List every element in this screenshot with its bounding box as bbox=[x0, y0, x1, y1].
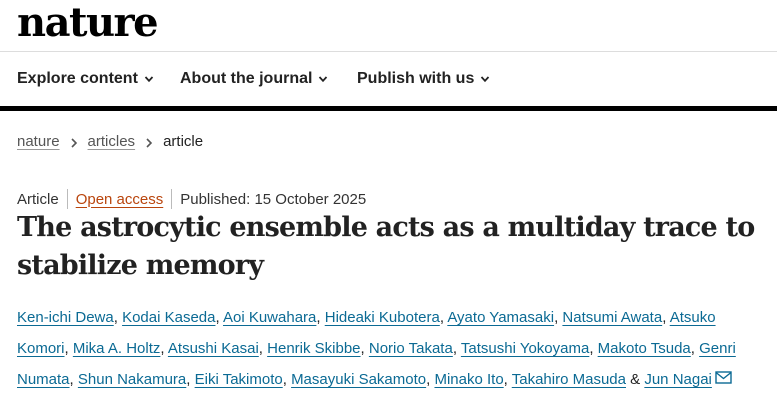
breadcrumb-nature[interactable]: nature bbox=[17, 133, 60, 150]
author-separator: , bbox=[258, 340, 263, 357]
author-list: Ken-ichi Dewa, Kodai Kaseda, Aoi Kuwahar… bbox=[17, 302, 769, 395]
author-separator: , bbox=[64, 340, 69, 357]
nav-label: Explore content bbox=[17, 70, 138, 87]
meta-divider bbox=[171, 189, 173, 209]
article-title: The astrocytic ensemble acts as a multid… bbox=[17, 212, 755, 281]
author-separator: , bbox=[360, 340, 365, 357]
author-link[interactable]: Aoi Kuwahara bbox=[223, 309, 316, 326]
author-link[interactable]: Tatsushi Yokoyama bbox=[461, 340, 589, 357]
chevron-right-icon bbox=[145, 136, 153, 148]
chevron-down-icon bbox=[144, 74, 154, 84]
breadcrumb-current: article bbox=[163, 133, 204, 150]
nav-publish-with-us[interactable]: Publish with us bbox=[357, 70, 490, 88]
author-link[interactable]: Jun Nagai bbox=[644, 371, 712, 388]
author-link[interactable]: Makoto Tsuda bbox=[598, 340, 691, 357]
author-separator: , bbox=[439, 309, 444, 326]
open-access-link[interactable]: Open access bbox=[76, 191, 164, 208]
author-separator: , bbox=[662, 309, 667, 326]
nav-label: About the journal bbox=[180, 70, 313, 87]
envelope-icon[interactable] bbox=[715, 364, 732, 384]
chevron-down-icon bbox=[480, 74, 490, 84]
author-link[interactable]: Masayuki Sakamoto bbox=[291, 371, 426, 388]
author-separator: , bbox=[589, 340, 594, 357]
nav-rule bbox=[0, 106, 777, 111]
author-link[interactable]: Norio Takata bbox=[369, 340, 453, 357]
author-link[interactable]: Kodai Kaseda bbox=[122, 309, 215, 326]
chevron-right-icon bbox=[70, 136, 78, 148]
author-link[interactable]: Natsumi Awata bbox=[562, 309, 662, 326]
author-conjunction: & bbox=[630, 371, 641, 388]
author-separator: , bbox=[282, 371, 287, 388]
breadcrumb: nature articles article bbox=[17, 133, 203, 150]
published-date: Published: 15 October 2025 bbox=[180, 190, 367, 208]
author-link[interactable]: Shun Nakamura bbox=[78, 371, 186, 388]
header: nature bbox=[0, 0, 777, 52]
author-link[interactable]: Henrik Skibbe bbox=[267, 340, 360, 357]
breadcrumb-articles[interactable]: articles bbox=[88, 133, 136, 150]
chevron-down-icon bbox=[318, 74, 328, 84]
author-link[interactable]: Ken-ichi Dewa bbox=[17, 309, 114, 326]
main-nav: Explore content About the journal Publis… bbox=[0, 52, 777, 106]
nature-logo[interactable]: nature bbox=[17, 1, 159, 45]
author-separator: , bbox=[503, 371, 508, 388]
author-separator: , bbox=[113, 309, 118, 326]
author-separator: , bbox=[186, 371, 191, 388]
author-link[interactable]: Ayato Yamasaki bbox=[447, 309, 554, 326]
author-link[interactable]: Takahiro Masuda bbox=[512, 371, 626, 388]
article-type: Article bbox=[17, 190, 59, 208]
article-meta: Article Open access Published: 15 Octobe… bbox=[17, 189, 366, 209]
author-link[interactable]: Eiki Takimoto bbox=[195, 371, 283, 388]
author-separator: , bbox=[554, 309, 559, 326]
author-separator: , bbox=[690, 340, 695, 357]
author-link[interactable]: Hideaki Kubotera bbox=[325, 309, 440, 326]
nav-explore-content[interactable]: Explore content bbox=[17, 70, 154, 88]
author-separator: , bbox=[215, 309, 220, 326]
nav-about-journal[interactable]: About the journal bbox=[180, 70, 328, 88]
author-separator: , bbox=[69, 371, 74, 388]
author-link[interactable]: Mika A. Holtz bbox=[73, 340, 161, 357]
author-separator: , bbox=[452, 340, 457, 357]
author-separator: , bbox=[160, 340, 165, 357]
nav-label: Publish with us bbox=[357, 70, 475, 87]
meta-divider bbox=[66, 189, 68, 209]
author-separator: , bbox=[316, 309, 321, 326]
author-link[interactable]: Minako Ito bbox=[434, 371, 503, 388]
author-link[interactable]: Atsushi Kasai bbox=[168, 340, 259, 357]
author-separator: , bbox=[426, 371, 431, 388]
